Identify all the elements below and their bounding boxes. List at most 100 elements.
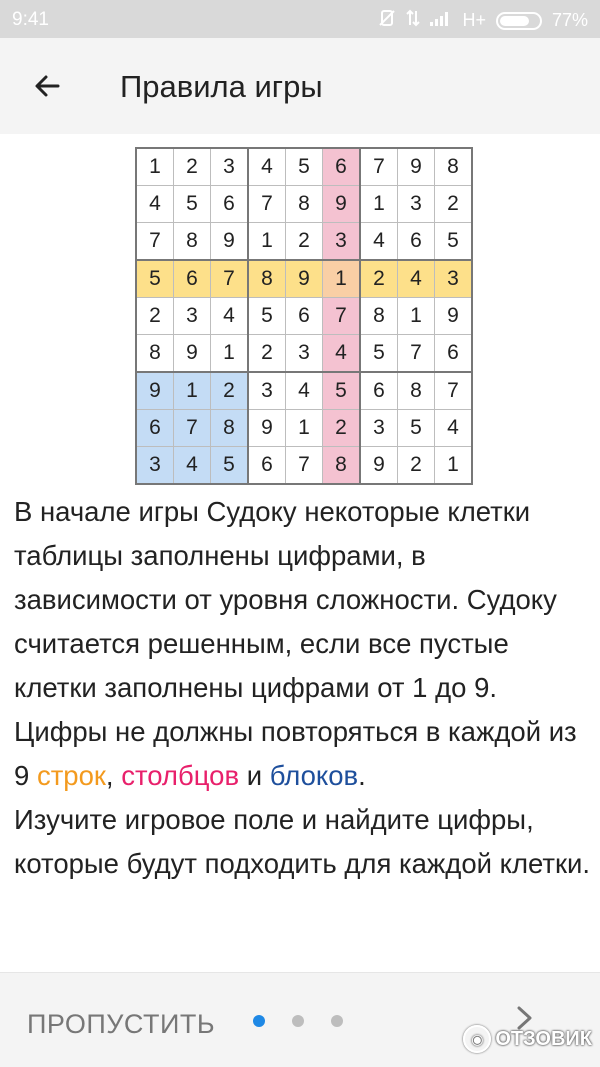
sudoku-cell: 1 (322, 259, 361, 298)
sudoku-cell: 6 (247, 446, 286, 485)
sudoku-cell: 1 (397, 297, 435, 335)
page-title: Правила игры (120, 69, 323, 104)
sudoku-cell: 7 (173, 409, 211, 447)
back-button[interactable] (28, 66, 68, 106)
sudoku-cell: 9 (210, 222, 249, 261)
battery-icon (495, 11, 542, 30)
sudoku-cell: 6 (135, 409, 174, 447)
sudoku-cell: 3 (397, 185, 435, 223)
arrow-left-icon (35, 75, 60, 97)
sudoku-cell: 8 (135, 334, 174, 373)
status-time: 9:41 (12, 9, 49, 30)
sudoku-cell: 8 (322, 446, 361, 485)
sudoku-cell: 6 (397, 222, 435, 261)
page-dot (292, 1015, 304, 1027)
rules-text-part: В начале игры Судоку некоторые клетки та… (14, 496, 577, 791)
watermark: ◉ ОТЗОВИК (463, 1025, 592, 1053)
sudoku-cell: 7 (434, 371, 473, 410)
sudoku-cell: 9 (359, 446, 398, 485)
sudoku-cell: 7 (359, 147, 398, 186)
blocks-term: блоков (269, 760, 359, 791)
sudoku-cell: 4 (135, 185, 174, 223)
skip-button[interactable]: ПРОПУСТИТЬ (27, 1009, 215, 1040)
sudoku-cell: 8 (434, 147, 473, 186)
signal-icon (430, 10, 452, 31)
sudoku-cell: 5 (434, 222, 473, 261)
sudoku-cell: 1 (285, 409, 323, 447)
network-type: H+ (462, 10, 486, 30)
sudoku-cell: 5 (135, 259, 174, 298)
sudoku-example-grid: 1234567984567891327891234655678912432345… (135, 147, 473, 485)
sudoku-cell: 6 (434, 334, 473, 373)
sudoku-cell: 1 (434, 446, 473, 485)
sudoku-cell: 5 (359, 334, 398, 373)
sudoku-row: 567891243 (135, 259, 473, 298)
sudoku-cell: 7 (135, 222, 174, 261)
sudoku-cell: 6 (359, 371, 398, 410)
sudoku-cell: 9 (247, 409, 286, 447)
battery-percent: 77% (551, 10, 588, 30)
sudoku-cell: 6 (322, 147, 361, 186)
sudoku-row: 912345687 (135, 371, 473, 410)
watermark-logo-icon: ◉ (463, 1025, 492, 1053)
rules-period: . (358, 760, 366, 791)
sudoku-cell: 4 (322, 334, 361, 373)
sudoku-cell: 8 (285, 185, 323, 223)
sudoku-row: 456789132 (135, 185, 473, 223)
sudoku-cell: 4 (359, 222, 398, 261)
sudoku-cell: 8 (173, 222, 211, 261)
sudoku-cell: 3 (285, 334, 323, 373)
columns-term: столбцов (121, 760, 240, 791)
sudoku-cell: 9 (173, 334, 211, 373)
sudoku-cell: 3 (322, 222, 361, 261)
sudoku-cell: 2 (397, 446, 435, 485)
app-bar: Правила игры (0, 38, 600, 134)
data-transfer-icon (406, 9, 421, 32)
rules-paragraph-2: Изучите игровое поле и найдите цифры, ко… (14, 804, 591, 879)
sudoku-cell: 5 (210, 446, 249, 485)
sudoku-cell: 8 (397, 371, 435, 410)
sudoku-cell: 8 (359, 297, 398, 335)
sudoku-cell: 6 (285, 297, 323, 335)
page-dot (331, 1015, 343, 1027)
sudoku-cell: 1 (210, 334, 249, 373)
sudoku-cell: 3 (173, 297, 211, 335)
sudoku-cell: 2 (434, 185, 473, 223)
status-icons: H+ 77% (378, 9, 588, 32)
sudoku-cell: 2 (285, 222, 323, 261)
sudoku-cell: 9 (135, 371, 174, 410)
sudoku-cell: 6 (173, 259, 211, 298)
sudoku-cell: 7 (322, 297, 361, 335)
rules-separator: , (105, 760, 122, 791)
onboarding-bottom-bar: ПРОПУСТИТЬ ◉ ОТЗОВИК (0, 972, 600, 1067)
sudoku-row: 891234576 (135, 334, 473, 373)
rows-term: строк (36, 760, 106, 791)
sudoku-cell: 1 (173, 371, 211, 410)
sudoku-cell: 5 (397, 409, 435, 447)
status-bar: 9:41 H+ 77% (0, 0, 600, 38)
sudoku-cell: 3 (434, 259, 473, 298)
page-indicator (253, 1015, 343, 1027)
sudoku-cell: 7 (397, 334, 435, 373)
sudoku-cell: 2 (135, 297, 174, 335)
sudoku-cell: 4 (434, 409, 473, 447)
sudoku-cell: 5 (285, 147, 323, 186)
sudoku-cell: 4 (285, 371, 323, 410)
sudoku-cell: 5 (173, 185, 211, 223)
sudoku-row: 678912354 (135, 409, 473, 447)
sudoku-cell: 3 (135, 446, 174, 485)
sudoku-cell: 9 (397, 147, 435, 186)
sudoku-cell: 4 (210, 297, 249, 335)
sudoku-cell: 9 (285, 259, 323, 298)
sudoku-cell: 3 (247, 371, 286, 410)
sudoku-row: 345678921 (135, 446, 473, 485)
sudoku-cell: 9 (322, 185, 361, 223)
sudoku-cell: 5 (322, 371, 361, 410)
sudoku-cell: 4 (173, 446, 211, 485)
sudoku-cell: 1 (135, 147, 174, 186)
sudoku-cell: 6 (210, 185, 249, 223)
sudoku-row: 123456798 (135, 147, 473, 186)
sudoku-cell: 7 (285, 446, 323, 485)
sudoku-cell: 5 (247, 297, 286, 335)
sudoku-cell: 8 (247, 259, 286, 298)
